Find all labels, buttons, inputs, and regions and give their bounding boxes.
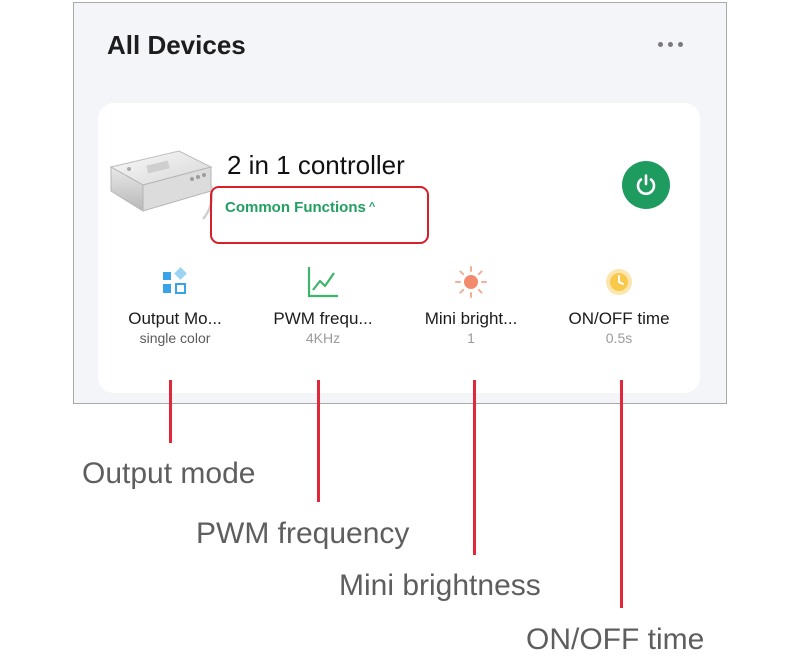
function-mini-brightness[interactable]: Mini bright... 1 <box>396 262 546 346</box>
controller-device-image <box>109 150 214 220</box>
callout-label-mini-brightness: Mini brightness <box>339 569 541 602</box>
more-options-button[interactable] <box>650 32 690 56</box>
highlight-annotation-box <box>210 186 429 244</box>
function-label: Output Mo... <box>128 309 222 328</box>
function-value: 0.5s <box>605 330 633 346</box>
power-button[interactable] <box>622 161 670 209</box>
callout-label-output-mode: Output mode <box>82 457 256 490</box>
callout-line-output-mode <box>169 380 172 443</box>
grid-blocks-icon <box>163 267 187 294</box>
function-label: ON/OFF time <box>568 309 670 328</box>
function-value: single color <box>139 330 211 346</box>
function-on-off-time[interactable]: ON/OFF time 0.5s <box>544 262 694 346</box>
function-value: 1 <box>467 330 475 346</box>
function-label: PWM frequ... <box>273 309 373 328</box>
line-chart-icon <box>307 267 338 298</box>
page-title: All Devices <box>107 30 246 60</box>
function-pwm-frequency[interactable]: PWM frequ... 4KHz <box>248 262 398 346</box>
power-icon <box>636 174 656 195</box>
callout-line-mini-brightness <box>473 380 476 555</box>
callout-label-on-off-time: ON/OFF time <box>526 623 705 656</box>
function-value: 4KHz <box>305 330 341 346</box>
sun-icon <box>455 266 487 298</box>
function-label: Mini bright... <box>424 309 518 328</box>
clock-icon <box>606 269 632 295</box>
device-name: 2 in 1 controller <box>227 150 405 180</box>
callout-label-pwm-frequency: PWM frequency <box>196 517 410 550</box>
callout-line-on-off-time <box>620 380 623 608</box>
function-output-mode[interactable]: Output Mo... single color <box>100 262 250 346</box>
more-horizontal-icon <box>655 41 685 47</box>
callout-line-pwm-frequency <box>317 380 320 502</box>
